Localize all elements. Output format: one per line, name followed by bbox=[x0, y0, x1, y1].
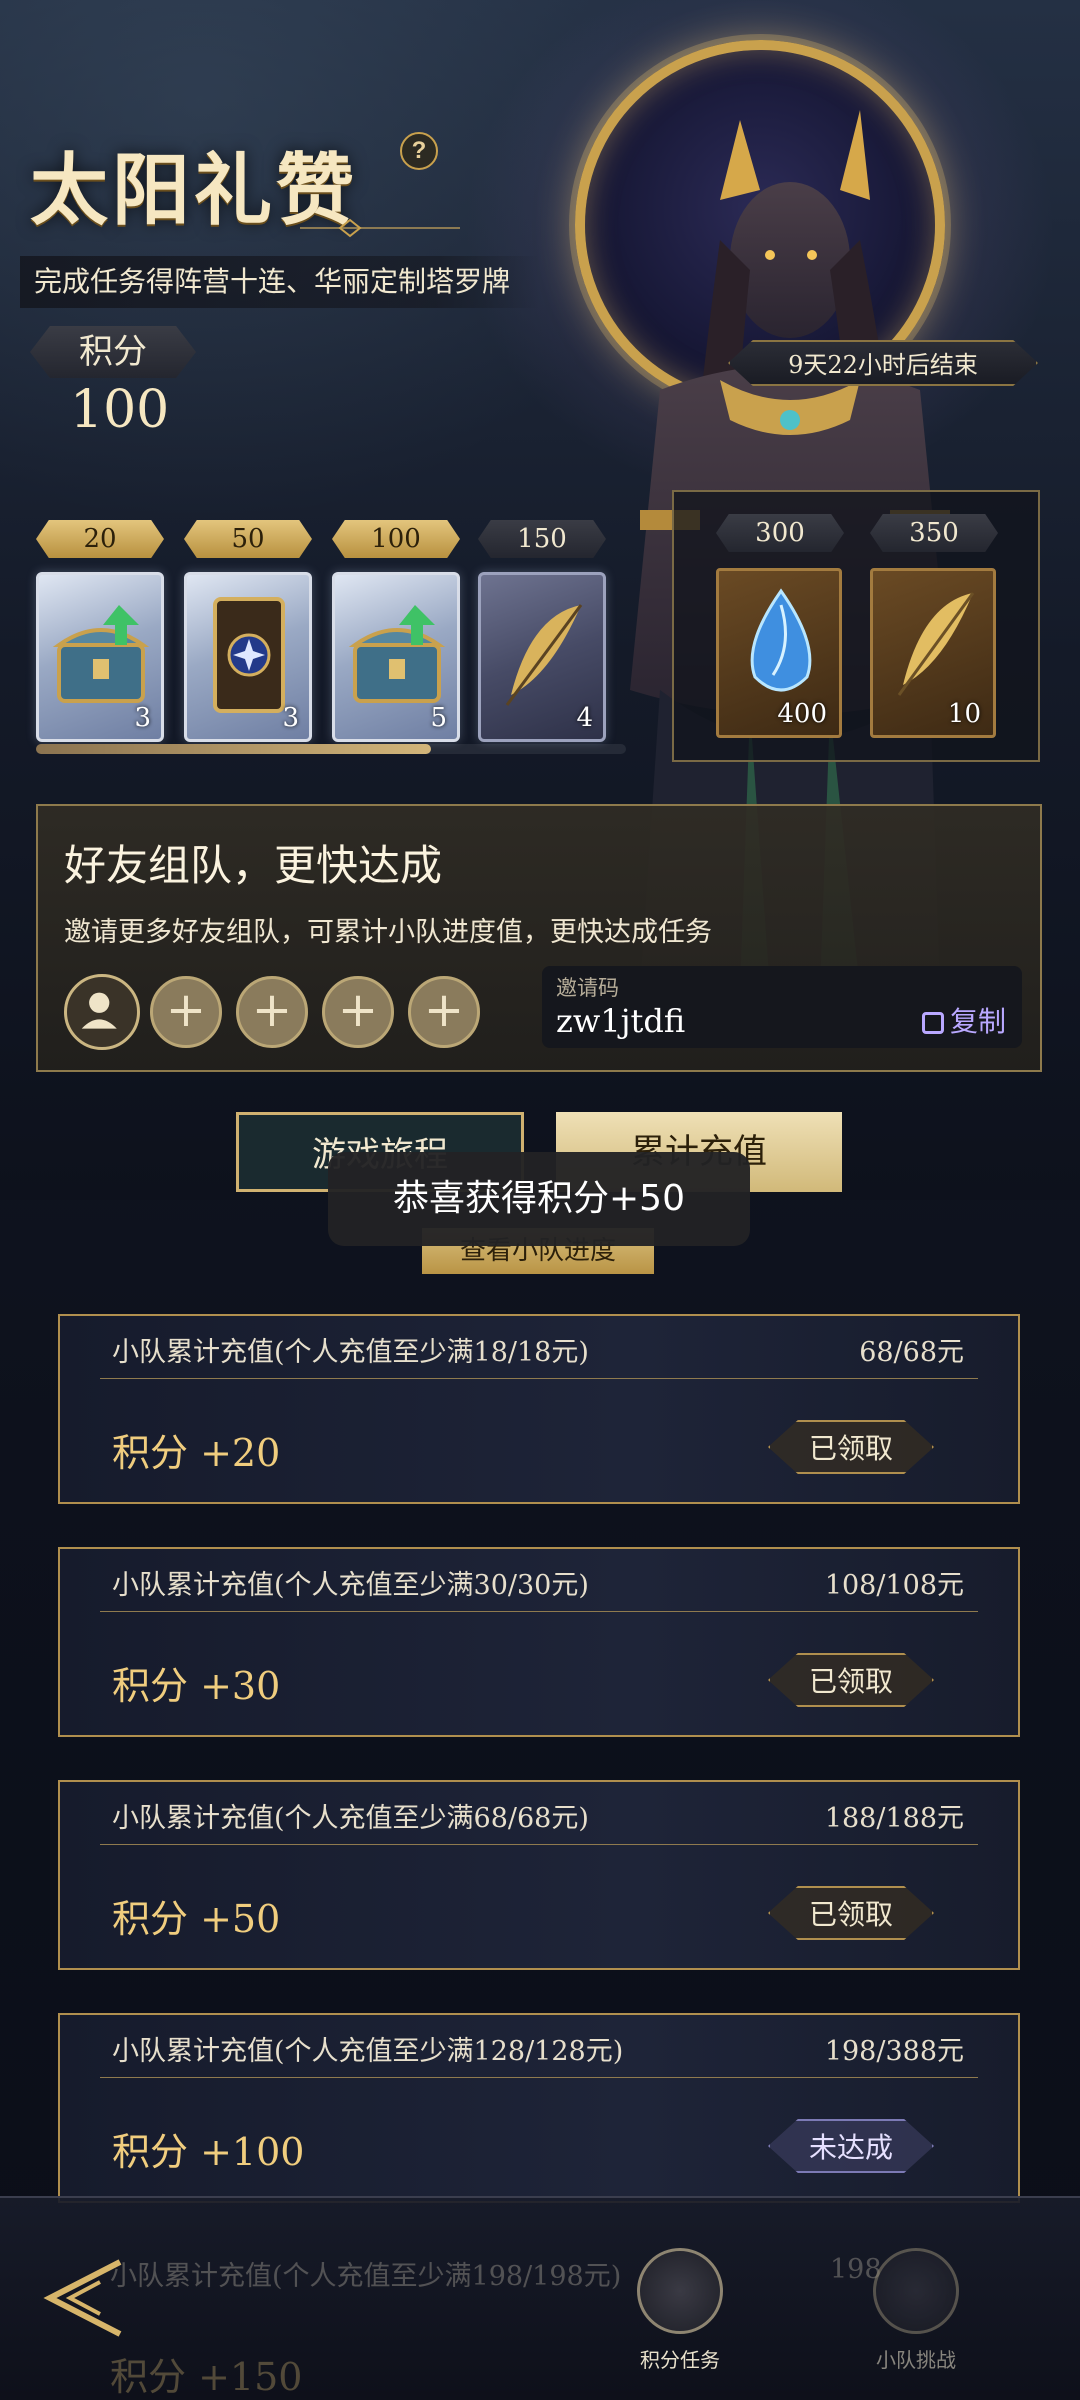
milestone-points-50: 50 bbox=[184, 520, 312, 558]
milestone-points-20: 20 bbox=[36, 520, 164, 558]
milestone-points-100: 100 bbox=[332, 520, 460, 558]
tarot-card-icon bbox=[213, 597, 285, 713]
add-teammate-button[interactable]: + bbox=[408, 976, 480, 1048]
team-panel: 好友组队，更快达成 邀请更多好友组队，可累计小队进度值，更快达成任务 + + +… bbox=[36, 804, 1042, 1072]
task-card: 小队累计充值(个人充值至少满68/68元) 188/188元 积分 +50 已领… bbox=[58, 1780, 1020, 1970]
nav-points-tasks[interactable]: 积分任务 bbox=[620, 2248, 740, 2373]
nav-label: 积分任务 bbox=[640, 2348, 720, 2372]
nav-team-challenge[interactable]: 小队挑战 bbox=[856, 2248, 976, 2373]
blue-crystal-icon bbox=[750, 588, 812, 692]
not-reached-button[interactable]: 未达成 bbox=[768, 2119, 934, 2173]
copy-icon bbox=[921, 1012, 944, 1034]
task-progress: 68/68元 bbox=[859, 1337, 964, 1368]
bonus-card-1[interactable]: 400 bbox=[716, 568, 842, 738]
invite-code-label: 邀请码 bbox=[556, 976, 619, 1000]
reward-qty: 10 bbox=[947, 699, 981, 729]
task-card: 小队累计充值(个人充值至少满18/18元) 68/68元 积分 +20 已领取 bbox=[58, 1314, 1020, 1504]
back-arrow-icon[interactable] bbox=[30, 2256, 130, 2340]
nav-label: 小队挑战 bbox=[876, 2348, 956, 2372]
score-value: 100 bbox=[70, 380, 170, 440]
avatar[interactable] bbox=[64, 974, 140, 1050]
task-reward: 积分 +20 bbox=[112, 1431, 281, 1475]
reward-qty: 5 bbox=[430, 703, 447, 733]
app-root: 太阳礼赞 ? 完成任务得阵营十连、华丽定制塔罗牌 积分 100 9天22小时后结… bbox=[0, 0, 1080, 2400]
event-countdown: 9天22小时后结束 bbox=[728, 340, 1038, 386]
subtitle-highlight: 阵营十连、华丽定制塔罗牌 bbox=[174, 265, 511, 298]
score-label: 积分 bbox=[30, 326, 196, 378]
invite-code: zw1jtdfi bbox=[556, 1002, 686, 1040]
help-icon[interactable]: ? bbox=[400, 132, 438, 170]
task-title: 小队累计充值(个人充值至少满30/30元) bbox=[112, 1570, 589, 1601]
reward-card-1[interactable]: 3 bbox=[36, 572, 164, 742]
task-title: 小队累计充值(个人充值至少满128/128元) bbox=[112, 2036, 624, 2067]
add-teammate-button[interactable]: + bbox=[236, 976, 308, 1048]
reward-qty: 400 bbox=[777, 699, 827, 729]
team-icon bbox=[873, 2248, 959, 2334]
partial-task-title: 小队累计充值(个人充值至少满198/198元) bbox=[110, 2261, 622, 2292]
task-reward: 积分 +50 bbox=[112, 1897, 281, 1941]
toast-message: 恭喜获得积分+50 bbox=[328, 1152, 750, 1246]
task-reward: 积分 +30 bbox=[112, 1664, 281, 1708]
claimed-button[interactable]: 已领取 bbox=[768, 1420, 934, 1474]
partial-task-reward: 积分 +150 bbox=[110, 2355, 303, 2399]
task-progress: 198/388元 bbox=[824, 2036, 964, 2067]
reward-qty: 3 bbox=[134, 703, 151, 733]
claimed-button[interactable]: 已领取 bbox=[768, 1886, 934, 1940]
team-title: 好友组队，更快达成 bbox=[64, 841, 443, 890]
treasure-chest-icon bbox=[52, 605, 150, 703]
task-title: 小队累计充值(个人充值至少满18/18元) bbox=[112, 1337, 589, 1368]
event-subtitle: 完成任务得阵营十连、华丽定制塔罗牌 bbox=[20, 256, 540, 308]
copy-button[interactable]: 复制 bbox=[921, 1000, 1006, 1040]
treasure-chest-icon bbox=[348, 605, 446, 703]
copy-label: 复制 bbox=[949, 1005, 1006, 1038]
task-progress: 108/108元 bbox=[824, 1570, 964, 1601]
coin-stack-icon bbox=[637, 2248, 723, 2334]
team-description: 邀请更多好友组队，可累计小队进度值，更快达成任务 bbox=[64, 917, 712, 948]
task-title: 小队累计充值(个人充值至少满68/68元) bbox=[112, 1803, 589, 1834]
milestone-points-150: 150 bbox=[478, 520, 606, 558]
golden-feather-icon bbox=[505, 604, 583, 706]
reward-qty: 3 bbox=[282, 703, 299, 733]
milestone-progress-bar bbox=[36, 744, 626, 754]
task-progress: 188/188元 bbox=[824, 1803, 964, 1834]
reward-qty: 4 bbox=[576, 703, 593, 733]
milestone-progress-fill bbox=[36, 744, 432, 754]
reward-card-4[interactable]: 4 bbox=[478, 572, 606, 742]
claimed-button[interactable]: 已领取 bbox=[768, 1653, 934, 1707]
reward-card-2[interactable]: 3 bbox=[184, 572, 312, 742]
task-card: 小队累计充值(个人充值至少满128/128元) 198/388元 积分 +100… bbox=[58, 2013, 1020, 2203]
user-icon bbox=[81, 992, 117, 1029]
task-reward: 积分 +100 bbox=[112, 2130, 305, 2174]
title-ornament bbox=[300, 218, 460, 238]
milestone-points-350: 350 bbox=[870, 514, 998, 552]
invite-code-box: 邀请码 zw1jtdfi 复制 bbox=[542, 966, 1022, 1048]
subtitle-prefix: 完成任务得 bbox=[34, 265, 175, 298]
task-card: 小队累计充值(个人充值至少满30/30元) 108/108元 积分 +30 已领… bbox=[58, 1547, 1020, 1737]
bonus-card-2[interactable]: 10 bbox=[870, 568, 996, 738]
golden-feather-icon bbox=[897, 592, 975, 696]
add-teammate-button[interactable]: + bbox=[150, 976, 222, 1048]
reward-card-3[interactable]: 5 bbox=[332, 572, 460, 742]
milestone-points-300: 300 bbox=[716, 514, 844, 552]
add-teammate-button[interactable]: + bbox=[322, 976, 394, 1048]
bottom-nav: 小队累计充值(个人充值至少满198/198元) 198 积分 +150 积分任务… bbox=[0, 2196, 1080, 2400]
bonus-rewards-panel: 300 350 400 10 bbox=[672, 490, 1040, 762]
